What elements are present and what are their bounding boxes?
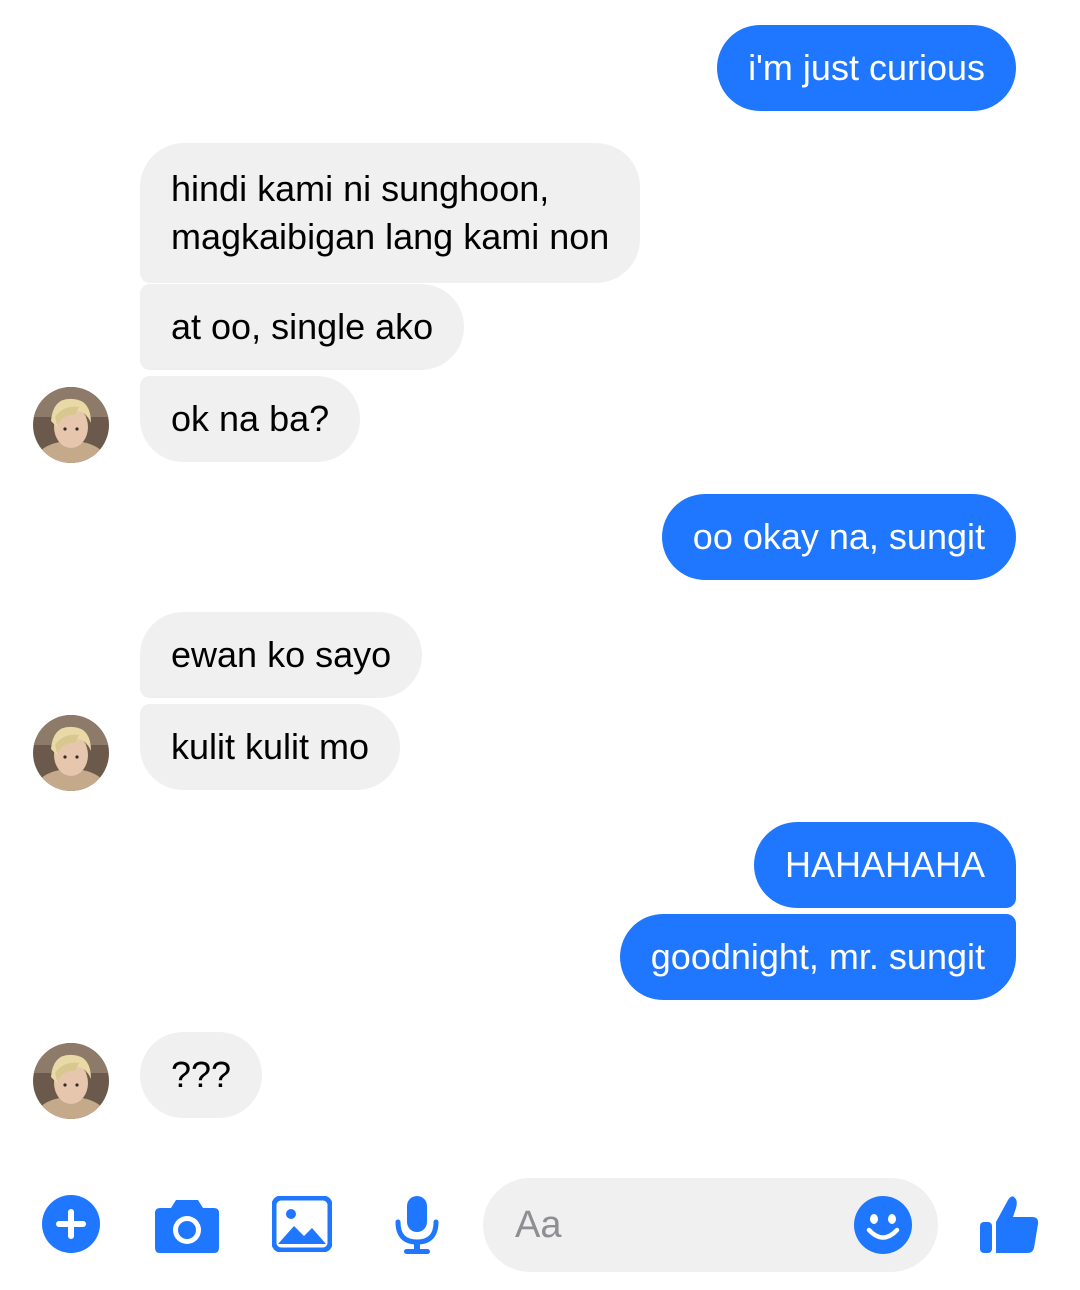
message-outgoing[interactable]: oo okay na, sungit (661, 494, 1016, 580)
message-outgoing[interactable]: HAHAHAHA (753, 822, 1016, 908)
message-text: i'm just curious (748, 47, 985, 88)
message-outgoing[interactable]: goodnight, mr. sungit (619, 914, 1016, 1000)
message-incoming[interactable]: kulit kulit mo (140, 704, 401, 790)
message-incoming[interactable]: at oo, single ako (140, 284, 465, 370)
message-text: HAHAHAHA (784, 844, 985, 885)
avatar-image (33, 387, 109, 463)
microphone-icon[interactable] (392, 1194, 442, 1256)
emoji-icon[interactable] (853, 1195, 913, 1255)
contact-avatar[interactable] (33, 387, 109, 463)
message-text: oo okay na, sungit (692, 516, 985, 557)
message-text-line: hindi kami ni sunghoon, (171, 168, 550, 209)
thumbs-up-icon[interactable] (978, 1192, 1040, 1256)
message-incoming[interactable]: ??? (140, 1032, 263, 1118)
message-composer[interactable] (483, 1178, 938, 1272)
message-text: kulit kulit mo (171, 726, 370, 767)
contact-avatar[interactable] (33, 1043, 109, 1119)
message-incoming[interactable]: ewan ko sayo (140, 612, 423, 698)
avatar-image (33, 1043, 109, 1119)
plus-icon[interactable] (40, 1193, 102, 1255)
message-text: goodnight, mr. sungit (650, 936, 985, 977)
message-text-line: magkaibigan lang kami non (171, 216, 610, 257)
message-text: ewan ko sayo (171, 634, 392, 675)
contact-avatar[interactable] (33, 715, 109, 791)
message-incoming[interactable]: hindi kami ni sunghoon, magkaibigan lang… (140, 143, 641, 283)
gallery-icon[interactable] (272, 1196, 332, 1252)
message-text: at oo, single ako (171, 306, 434, 347)
message-text: ok na ba? (171, 398, 330, 439)
camera-icon[interactable] (154, 1196, 220, 1254)
message-outgoing[interactable]: i'm just curious (717, 25, 1016, 111)
message-text: ??? (171, 1054, 232, 1095)
message-input[interactable] (515, 1200, 835, 1250)
message-incoming[interactable]: ok na ba? (140, 376, 361, 462)
avatar-image (33, 715, 109, 791)
